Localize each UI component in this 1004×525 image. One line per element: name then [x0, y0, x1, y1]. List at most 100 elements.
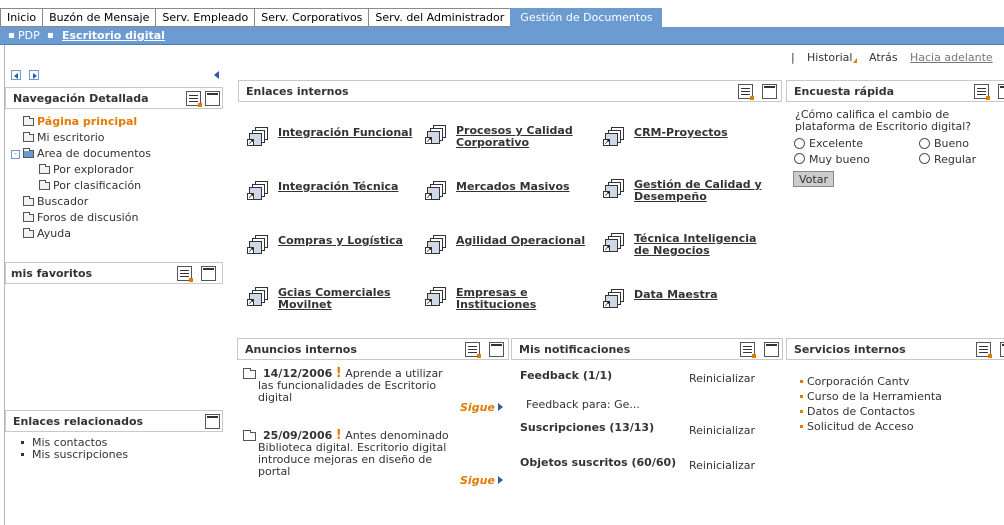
- nav-forward-arrow-icon[interactable]: [29, 70, 39, 80]
- notification-objetos-suscritos[interactable]: Objetos suscritos (60/60): [520, 456, 676, 469]
- poll-radio-excelente[interactable]: [794, 138, 805, 149]
- left-divider: [4, 45, 5, 525]
- documents-shortcut-icon: ↗: [247, 181, 269, 201]
- nav-panel-header: Navegación Detallada: [5, 87, 223, 109]
- internal-links-panel-title: Enlaces internos: [246, 85, 349, 98]
- subbar-bullet-icon: ▪: [47, 30, 54, 41]
- folder-icon: [23, 132, 34, 142]
- tab-gestion-documentos[interactable]: Gestión de Documentos: [510, 8, 662, 27]
- announcement-folder-icon: [243, 430, 256, 441]
- notification-suscripciones[interactable]: Suscripciones (13/13): [520, 421, 654, 434]
- minimize-icon[interactable]: [764, 342, 779, 357]
- back-link[interactable]: Atrás: [869, 51, 898, 65]
- reset-feedback-link[interactable]: Reinicializar: [689, 372, 755, 385]
- tab-serv-administrador[interactable]: Serv. del Administrador: [368, 8, 511, 27]
- edit-icon[interactable]: [974, 84, 990, 100]
- folder-icon: [23, 116, 34, 126]
- edit-icon[interactable]: [465, 342, 481, 358]
- announcement-more-link[interactable]: Sigue: [460, 474, 503, 487]
- tab-buzon-mensaje[interactable]: Buzón de Mensaje: [42, 8, 156, 27]
- documents-shortcut-icon: ↗: [603, 179, 625, 199]
- related-panel-title: Enlaces relacionados: [13, 415, 144, 428]
- nav-item-area-documentos[interactable]: Area de documentos: [23, 147, 151, 161]
- notifications-panel-title: Mis notificaciones: [519, 343, 631, 356]
- vote-button[interactable]: Votar: [793, 171, 834, 187]
- folder-icon: [23, 212, 34, 222]
- open-folder-icon: [23, 148, 34, 158]
- sub-navigation-bar: ▪ PDP ▪ Escritorio digital: [0, 27, 1004, 45]
- nav-item-pagina-principal[interactable]: Página principal: [23, 115, 137, 129]
- nav-panel-title: Navegación Detallada: [13, 92, 149, 105]
- minimize-icon[interactable]: [1000, 342, 1004, 357]
- subbar-bullet-icon: ▪: [8, 30, 15, 41]
- announcements-panel-header: Anuncios internos: [237, 338, 509, 360]
- announcement-item: 25/09/2006 ! Antes denominado Biblioteca…: [258, 428, 449, 478]
- services-panel-header: Servicios internos: [786, 338, 1004, 360]
- tab-serv-empleado[interactable]: Serv. Empleado: [155, 8, 255, 27]
- main-tabs: Inicio Buzón de Mensaje Serv. Empleado S…: [0, 8, 1004, 27]
- documents-shortcut-icon: ↗: [603, 127, 625, 147]
- favorites-panel-title: mis favoritos: [11, 267, 93, 280]
- documents-shortcut-icon: ↗: [603, 233, 625, 253]
- minimize-icon[interactable]: [205, 91, 220, 106]
- nav-item-buscador[interactable]: Buscador: [23, 195, 88, 209]
- subnav-pdp[interactable]: PDP: [18, 28, 40, 43]
- service-link-solicitud-acceso[interactable]: Solicitud de Acceso: [800, 421, 914, 433]
- nav-item-ayuda[interactable]: Ayuda: [23, 227, 71, 241]
- tab-serv-corporativos[interactable]: Serv. Corporativos: [254, 8, 369, 27]
- reset-suscripciones-link[interactable]: Reinicializar: [689, 424, 755, 437]
- history-separator: |: [791, 51, 795, 64]
- folder-icon: [39, 180, 50, 190]
- notification-feedback-detail[interactable]: Feedback para: Ge...: [526, 398, 640, 411]
- collapse-left-panel-icon[interactable]: [214, 71, 219, 79]
- edit-icon[interactable]: [976, 342, 992, 358]
- collapse-tree-icon[interactable]: -: [11, 150, 20, 159]
- service-link-corporacion-cantv[interactable]: Corporación Cantv: [800, 376, 909, 388]
- poll-radio-regular[interactable]: [919, 153, 930, 164]
- history-link[interactable]: Historial: [807, 51, 852, 65]
- documents-shortcut-icon: ↗: [247, 235, 269, 255]
- nav-item-por-explorador[interactable]: Por explorador: [39, 163, 133, 177]
- minimize-icon[interactable]: [489, 342, 504, 357]
- tab-inicio[interactable]: Inicio: [0, 8, 43, 27]
- notification-feedback[interactable]: Feedback (1/1): [520, 369, 612, 382]
- documents-shortcut-icon: ↗: [425, 287, 447, 307]
- poll-radio-bueno[interactable]: [919, 138, 930, 149]
- edit-icon[interactable]: [186, 91, 202, 107]
- minimize-icon[interactable]: [201, 266, 216, 281]
- announcement-item: 14/12/2006 ! Aprende a utilizar las func…: [258, 366, 443, 404]
- subnav-escritorio-digital[interactable]: Escritorio digital: [62, 28, 165, 43]
- arrow-right-icon: [497, 403, 503, 411]
- documents-shortcut-icon: ↗: [425, 181, 447, 201]
- history-dropdown-icon[interactable]: [853, 58, 857, 63]
- notifications-panel-header: Mis notificaciones: [511, 338, 783, 360]
- forward-link[interactable]: Hacia adelante: [910, 51, 993, 65]
- minimize-icon[interactable]: [205, 414, 220, 429]
- internal-links-panel-header: Enlaces internos: [238, 80, 782, 102]
- edit-icon[interactable]: [738, 84, 754, 100]
- minimize-icon[interactable]: [762, 84, 777, 99]
- favorites-panel-header: mis favoritos: [5, 262, 223, 284]
- poll-radio-muy-bueno[interactable]: [794, 153, 805, 164]
- poll-panel-header: Encuesta rápida: [786, 80, 1004, 102]
- announcement-folder-icon: [243, 368, 256, 379]
- edit-icon[interactable]: [177, 266, 193, 282]
- related-link-mis-suscripciones[interactable]: Mis suscripciones: [21, 449, 128, 461]
- minimize-icon[interactable]: [998, 84, 1004, 99]
- service-link-curso-herramienta[interactable]: Curso de la Herramienta: [800, 391, 942, 403]
- nav-back-arrow-icon[interactable]: [11, 70, 21, 80]
- edit-icon[interactable]: [740, 342, 756, 358]
- related-panel-header: Enlaces relacionados: [5, 410, 223, 432]
- nav-item-por-clasificacion[interactable]: Por clasificación: [39, 179, 141, 193]
- nav-item-mi-escritorio[interactable]: Mi escritorio: [23, 131, 105, 145]
- reset-objetos-link[interactable]: Reinicializar: [689, 459, 755, 472]
- nav-item-foros-discusion[interactable]: Foros de discusión: [23, 211, 138, 225]
- documents-shortcut-icon: ↗: [603, 289, 625, 309]
- documents-shortcut-icon: ↗: [247, 287, 269, 307]
- announcement-more-link[interactable]: Sigue: [460, 401, 503, 414]
- documents-shortcut-icon: ↗: [425, 125, 447, 145]
- folder-icon: [39, 164, 50, 174]
- poll-option-label: Bueno: [934, 137, 969, 150]
- service-link-datos-contactos[interactable]: Datos de Contactos: [800, 406, 915, 418]
- folder-icon: [23, 196, 34, 206]
